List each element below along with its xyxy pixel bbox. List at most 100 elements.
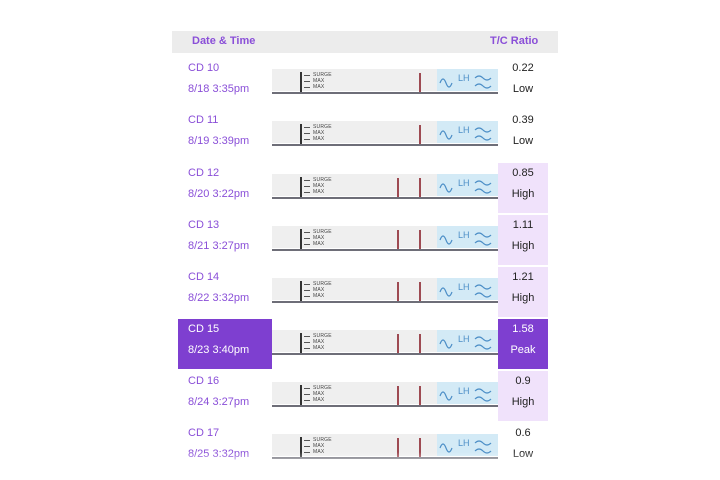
- test-line: [419, 125, 421, 144]
- strip-tick: [304, 133, 310, 134]
- test-datetime: 8/21 3:27pm: [188, 240, 250, 252]
- strip-baseline: [272, 405, 498, 407]
- date-cell: CD 13 8/21 3:27pm: [178, 215, 272, 265]
- tc-ratio-value: 1.21: [512, 271, 534, 283]
- lh-label: LH: [458, 334, 470, 344]
- date-cell: CD 16 8/24 3:27pm: [178, 371, 272, 421]
- test-datetime: 8/20 3:22pm: [188, 188, 250, 200]
- fertility-level: Low: [512, 83, 534, 95]
- strip-mark: MAX: [313, 136, 325, 142]
- strip-bracket: [300, 385, 302, 406]
- strip-tick: [304, 394, 310, 395]
- strip-bracket: [300, 333, 302, 354]
- strip-bracket: [300, 229, 302, 250]
- test-strip-image: SURGEMAXMAXLH: [272, 275, 498, 305]
- date-time-header: Date & Time: [192, 35, 256, 47]
- strip-baseline: [272, 353, 498, 355]
- test-strip-image: SURGEMAXMAXLH: [272, 66, 498, 96]
- test-line: [419, 282, 421, 301]
- strip-baseline: [272, 197, 498, 199]
- date-cell: CD 10 8/18 3:35pm: [178, 58, 272, 108]
- strip-bracket: [300, 177, 302, 198]
- date-cell: CD 15 8/23 3:40pm: [178, 319, 272, 369]
- strip-tick: [304, 87, 310, 88]
- tc-ratio-value: 0.22: [512, 62, 534, 74]
- tc-ratio-value: 0.39: [512, 114, 534, 126]
- strip-tick: [304, 180, 310, 181]
- strip-tick: [304, 388, 310, 389]
- tc-ratio-value: 0.6: [515, 427, 531, 439]
- ratio-cell: 1.21 High: [498, 267, 548, 317]
- test-line: [397, 282, 399, 301]
- date-cell: CD 14 8/22 3:32pm: [178, 267, 272, 317]
- strip-tick: [304, 232, 310, 233]
- strip-tick: [304, 238, 310, 239]
- strip-mark: MAX: [313, 293, 325, 299]
- strip-tick: [304, 192, 310, 193]
- test-strip-image: SURGEMAXMAXLH: [272, 223, 498, 253]
- test-line: [397, 334, 399, 353]
- fertility-level: High: [511, 188, 535, 200]
- strip-tick: [304, 290, 310, 291]
- strip-tick: [304, 336, 310, 337]
- strip-mark: MAX: [313, 345, 325, 351]
- strip-tick: [304, 127, 310, 128]
- tc-ratio-value: 1.11: [512, 219, 534, 231]
- test-datetime: 8/23 3:40pm: [188, 344, 250, 356]
- test-line: [397, 230, 399, 249]
- fertility-level: Low: [512, 135, 534, 147]
- strip-tick: [304, 139, 310, 140]
- test-line: [397, 178, 399, 197]
- test-datetime: 8/24 3:27pm: [188, 396, 250, 408]
- fertility-level: High: [511, 292, 535, 304]
- test-line: [419, 178, 421, 197]
- ratio-cell: 0.39 Low: [498, 110, 548, 160]
- ratio-cell: 0.9 High: [498, 371, 548, 421]
- strip-tick: [304, 81, 310, 82]
- date-cell: CD 12 8/20 3:22pm: [178, 163, 272, 213]
- strip-mark: MAX: [313, 189, 325, 195]
- strip-baseline: [272, 144, 498, 146]
- test-line: [397, 386, 399, 405]
- test-row[interactable]: CD 16 8/24 3:27pm SURGE MAX MAX LH 0.9 High: [172, 371, 558, 421]
- strip-tick: [304, 284, 310, 285]
- strip-tick: [304, 400, 310, 401]
- fertility-level: High: [511, 396, 535, 408]
- test-row[interactable]: CD 11 8/19 3:39pm SURGE MAX MAX LH 0.39 Low: [172, 110, 558, 160]
- lh-label: LH: [458, 230, 470, 240]
- strip-tick: [304, 244, 310, 245]
- cycle-day-label: CD 11: [188, 114, 219, 126]
- cycle-day-label: CD 15: [188, 323, 220, 335]
- test-row[interactable]: CD 12 8/20 3:22pm SURGE MAX MAX LH 0.85 High: [172, 163, 558, 213]
- date-cell: CD 11 8/19 3:39pm: [178, 110, 272, 160]
- strip-bracket: [300, 281, 302, 302]
- test-line: [419, 73, 421, 92]
- lh-label: LH: [458, 438, 470, 448]
- strip-mark: MAX: [313, 241, 325, 247]
- test-row[interactable]: CD 10 8/18 3:35pm SURGE MAX MAX LH 0.22 Low: [172, 58, 558, 108]
- strip-tick: [304, 75, 310, 76]
- bottom-fade: [150, 452, 570, 480]
- cycle-day-label: CD 17: [188, 427, 220, 439]
- tc-ratio-header: T/C Ratio: [490, 35, 539, 47]
- strip-baseline: [272, 301, 498, 303]
- test-line: [419, 386, 421, 405]
- test-row[interactable]: CD 14 8/22 3:32pm SURGE MAX MAX LH 1.21 High: [172, 267, 558, 317]
- cycle-day-label: CD 10: [188, 62, 220, 74]
- strip-tick: [304, 440, 310, 441]
- test-row[interactable]: CD 13 8/21 3:27pm SURGE MAX MAX LH 1.11 High: [172, 215, 558, 265]
- strip-bracket: [300, 124, 302, 145]
- lh-label: LH: [458, 282, 470, 292]
- test-row[interactable]: CD 15 8/23 3:40pm SURGE MAX MAX LH 1.58 Peak: [172, 319, 558, 369]
- strip-tick: [304, 342, 310, 343]
- cycle-day-label: CD 12: [188, 167, 220, 179]
- strip-tick: [304, 186, 310, 187]
- strip-mark: MAX: [313, 397, 325, 403]
- fertility-level: High: [511, 240, 535, 252]
- ratio-cell: 0.22 Low: [498, 58, 548, 108]
- test-datetime: 8/19 3:39pm: [188, 135, 250, 147]
- strip-tick: [304, 348, 310, 349]
- ratio-cell: 0.85 High: [498, 163, 548, 213]
- ratio-cell: 1.11 High: [498, 215, 548, 265]
- test-datetime: 8/18 3:35pm: [188, 83, 250, 95]
